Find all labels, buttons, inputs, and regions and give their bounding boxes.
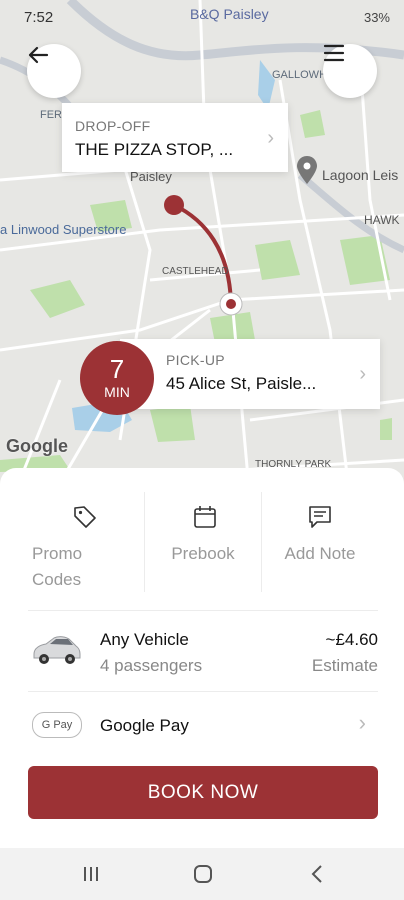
add-note-button[interactable]: Add Note <box>261 492 378 592</box>
promo-label-line1: Promo <box>32 544 83 563</box>
back-button[interactable] <box>27 44 81 98</box>
pickup-address: 45 Alice St, Paisle... <box>166 374 317 393</box>
map-view[interactable]: B&Q Paisley GALLOWHILL FERGUS Paisley a … <box>0 0 404 500</box>
chevron-right-icon: › <box>267 127 274 149</box>
promo-label-line2: Codes <box>32 570 82 589</box>
car-icon <box>33 636 81 664</box>
status-bar: 7:52 33% <box>0 0 404 36</box>
pickup-card[interactable]: PICK-UP 45 Alice St, Paisle... › <box>120 339 380 409</box>
prebook-label: Prebook <box>171 544 235 563</box>
booking-sheet: Promo Codes Prebook Add Note Any Vehicle… <box>0 468 404 848</box>
vehicle-capacity: 4 passengers <box>100 656 203 675</box>
eta-unit: MIN <box>104 384 130 400</box>
pickup-caption: PICK-UP <box>166 352 225 368</box>
fare-price: ~£4.60 <box>325 630 378 649</box>
eta-badge: 7 MIN <box>80 341 154 415</box>
promo-codes-button[interactable]: Promo Codes <box>28 492 144 592</box>
map-label: a Linwood Superstore <box>0 222 126 237</box>
dropoff-address: THE PIZZA STOP, ... <box>75 140 234 159</box>
map-label: HAWK <box>364 213 400 227</box>
prebook-button[interactable]: Prebook <box>144 492 261 592</box>
google-pay-badge: G Pay <box>32 712 82 738</box>
chevron-right-icon: › <box>358 710 366 735</box>
book-now-button[interactable]: BOOK NOW <box>28 766 378 819</box>
recent-apps-icon[interactable] <box>82 866 100 882</box>
menu-button[interactable] <box>323 44 377 98</box>
map-label: CASTLEHEAD <box>162 266 229 277</box>
divider <box>28 691 378 692</box>
battery-level: 33% <box>363 10 390 25</box>
back-arrow-icon <box>28 46 49 64</box>
payment-label: Google Pay <box>100 716 189 735</box>
divider <box>28 610 378 611</box>
chevron-right-icon: › <box>359 363 366 385</box>
dropoff-card[interactable]: DROP-OFF THE PIZZA STOP, ... › <box>62 103 288 172</box>
google-attribution: Google <box>6 436 68 456</box>
menu-icon <box>323 44 345 62</box>
status-time: 7:52 <box>24 9 54 26</box>
note-icon <box>309 506 331 528</box>
home-icon[interactable] <box>193 864 213 884</box>
add-note-label: Add Note <box>284 544 356 563</box>
vehicle-row[interactable]: Any Vehicle 4 passengers ~£4.60 Estimate <box>28 624 378 680</box>
system-nav-bar <box>0 848 404 900</box>
payment-method-row[interactable]: G Pay Google Pay › <box>28 704 378 748</box>
map-label: Lagoon Leis <box>322 167 398 183</box>
tag-icon <box>74 506 96 528</box>
vehicle-name: Any Vehicle <box>100 630 189 649</box>
calendar-icon <box>194 506 216 528</box>
fare-estimate-label: Estimate <box>311 656 378 675</box>
back-icon[interactable] <box>310 864 324 884</box>
dropoff-caption: DROP-OFF <box>75 118 151 134</box>
eta-value: 7 <box>109 354 125 384</box>
quick-actions: Promo Codes Prebook Add Note <box>28 492 378 592</box>
